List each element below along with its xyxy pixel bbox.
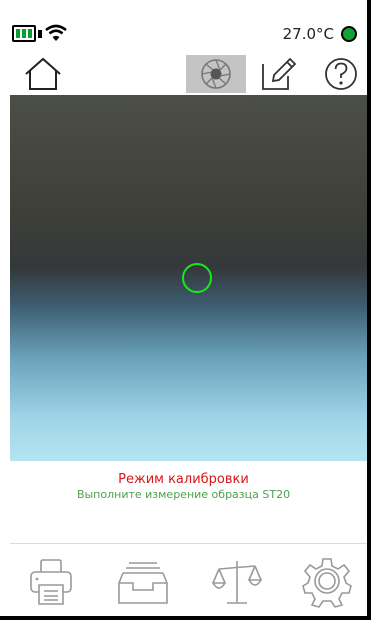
help-button[interactable] [318, 55, 364, 93]
help-icon [325, 58, 357, 90]
wifi-icon [45, 24, 67, 41]
target-reticle-icon [182, 263, 212, 293]
top-toolbar [0, 52, 367, 95]
status-indicator-icon [341, 26, 357, 42]
gear-icon [302, 558, 352, 608]
print-button[interactable] [24, 555, 78, 609]
camera-mode-button[interactable] [186, 55, 246, 93]
camera-aperture-icon [201, 59, 231, 89]
camera-preview [10, 95, 367, 461]
status-bar: 27.0°C [0, 0, 367, 52]
edit-button[interactable] [255, 55, 301, 93]
home-button[interactable] [20, 55, 66, 93]
bottom-navigation [0, 555, 367, 610]
settings-button[interactable] [300, 555, 354, 609]
archive-tray-icon [118, 562, 168, 604]
divider [10, 543, 367, 544]
printer-icon [30, 559, 72, 605]
calibration-mode-title: Режим калибровки [118, 472, 249, 487]
edit-icon [262, 57, 297, 90]
temperature-readout: 27.0°C [282, 25, 334, 43]
calibration-instruction: Выполните измерение образца ST20 [76, 488, 291, 501]
battery-tip [38, 30, 42, 38]
battery-icon [12, 25, 36, 42]
calibration-button[interactable] [210, 555, 264, 609]
home-icon [25, 57, 61, 90]
balance-scale-icon [212, 561, 262, 604]
archive-button[interactable] [116, 555, 170, 609]
